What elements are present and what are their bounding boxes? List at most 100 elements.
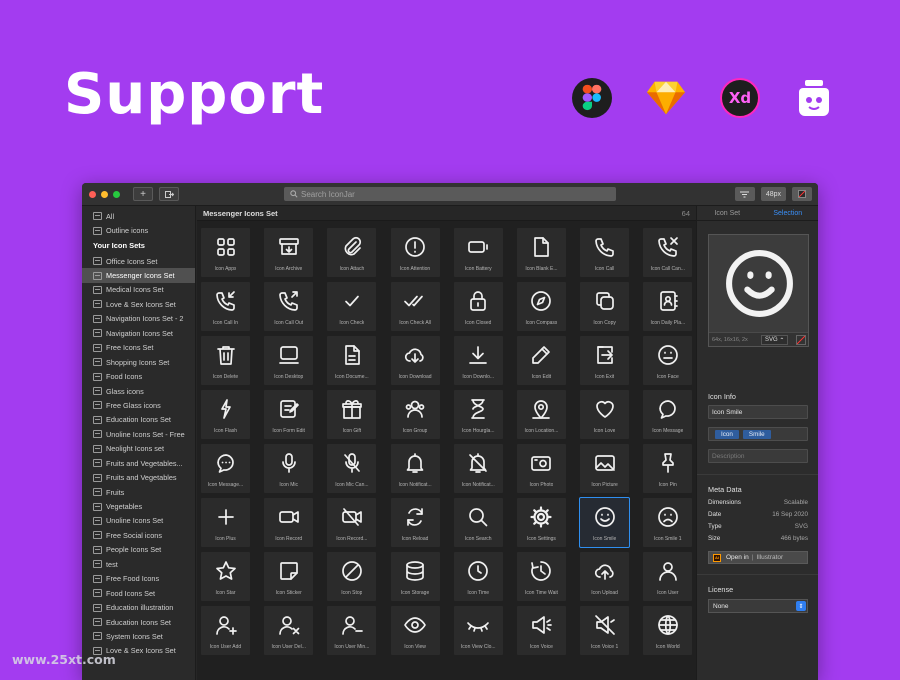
- icon-tile[interactable]: Icon Group: [390, 390, 440, 439]
- preview-color-swatch[interactable]: [796, 335, 806, 345]
- description-field[interactable]: Description: [708, 449, 808, 463]
- sidebar-item-set[interactable]: Food Icons: [82, 369, 195, 383]
- icon-tile[interactable]: Icon Voice: [516, 606, 566, 655]
- sidebar-item-set[interactable]: Medical Icons Set: [82, 283, 195, 297]
- tab-icon-set[interactable]: Icon Set: [697, 206, 758, 220]
- icon-tile[interactable]: Icon Check: [327, 282, 377, 331]
- icon-tile[interactable]: Icon Flash: [201, 390, 250, 439]
- icon-tile[interactable]: Icon Attention: [390, 228, 440, 277]
- sidebar-item-set[interactable]: test: [82, 557, 195, 571]
- icon-tile[interactable]: Icon Stop: [327, 552, 377, 601]
- sidebar-item-set[interactable]: Food Icons Set: [82, 586, 195, 600]
- search-input[interactable]: Search IconJar: [284, 187, 616, 201]
- export-button[interactable]: [159, 187, 179, 201]
- icon-tile[interactable]: Icon Message...: [201, 444, 250, 493]
- sidebar-item-set[interactable]: Fruits and Vegetables: [82, 470, 195, 484]
- icon-tile[interactable]: Icon Call Out: [264, 282, 314, 331]
- icon-tile[interactable]: Icon Form Edit: [264, 390, 314, 439]
- sidebar-item-set[interactable]: Vegetables: [82, 499, 195, 513]
- icon-tile[interactable]: Icon Record...: [327, 498, 377, 547]
- icon-tile[interactable]: Icon Upload: [580, 552, 630, 601]
- icon-tile[interactable]: Icon Pin: [643, 444, 693, 493]
- license-select[interactable]: None ⇕: [708, 599, 808, 613]
- icon-tile[interactable]: Icon Compass: [516, 282, 566, 331]
- icon-tile[interactable]: Icon Call: [580, 228, 630, 277]
- sidebar-item-outline-icons[interactable]: Outline icons: [82, 223, 195, 237]
- icon-tile[interactable]: Icon Voice 1: [580, 606, 630, 655]
- icon-tile[interactable]: Icon Love: [580, 390, 630, 439]
- icon-tile[interactable]: Icon Blank E...: [516, 228, 566, 277]
- icon-tile[interactable]: Icon Daily Pla...: [643, 282, 693, 331]
- sidebar-item-set[interactable]: People Icons Set: [82, 543, 195, 557]
- sidebar-item-set[interactable]: Navigation Icons Set: [82, 326, 195, 340]
- sidebar-item-set[interactable]: Free Social icons: [82, 528, 195, 542]
- icon-tile[interactable]: Icon Location...: [516, 390, 566, 439]
- icon-size-button[interactable]: 48px: [760, 187, 786, 201]
- icon-tile[interactable]: Icon Star: [201, 552, 250, 601]
- icon-tile[interactable]: Icon Delete: [201, 336, 250, 385]
- icon-tile[interactable]: Icon Battery: [453, 228, 503, 277]
- sidebar-item-set[interactable]: Education Icons Set: [82, 615, 195, 629]
- icon-tile[interactable]: Icon Edit: [516, 336, 566, 385]
- icon-tile[interactable]: Icon User Del...: [264, 606, 314, 655]
- icon-tile[interactable]: Icon Check All: [390, 282, 440, 331]
- icon-tile[interactable]: Icon Reload: [390, 498, 440, 547]
- icon-tile[interactable]: Icon User: [643, 552, 693, 601]
- sidebar-item-set[interactable]: Love & Sex Icons Set: [82, 297, 195, 311]
- open-in-button[interactable]: Ai Open in | Illustrator: [708, 551, 808, 564]
- icon-tile[interactable]: Icon Settings: [516, 498, 566, 547]
- icon-tile[interactable]: Icon Downlo...: [453, 336, 503, 385]
- tab-selection[interactable]: Selection: [758, 206, 819, 220]
- sidebar-item-set[interactable]: Free Icons Set: [82, 341, 195, 355]
- filter-button[interactable]: [734, 187, 755, 201]
- tag-chip[interactable]: Icon: [715, 429, 739, 439]
- sidebar-item-set[interactable]: Fruits and Vegetables...: [82, 456, 195, 470]
- icon-tile[interactable]: Icon Face: [643, 336, 693, 385]
- icon-tile[interactable]: Icon World: [643, 606, 693, 655]
- icon-tile[interactable]: Icon Apps: [201, 228, 250, 277]
- icon-tile[interactable]: Icon Search: [453, 498, 503, 547]
- icon-tile[interactable]: Icon Desktop: [264, 336, 314, 385]
- icon-name-field[interactable]: Icon Smile: [708, 405, 808, 419]
- sidebar-item-set[interactable]: Shopping Icons Set: [82, 355, 195, 369]
- icon-tile[interactable]: Icon Copy: [580, 282, 630, 331]
- icon-tile[interactable]: Icon Mic Can...: [327, 444, 377, 493]
- icon-tile[interactable]: Icon Message: [643, 390, 693, 439]
- icon-tile[interactable]: Icon Call Can...: [643, 228, 693, 277]
- icon-tile[interactable]: Icon Hourgla...: [453, 390, 503, 439]
- sidebar-item-set[interactable]: Fruits: [82, 485, 195, 499]
- color-button[interactable]: [792, 187, 812, 201]
- icon-tile[interactable]: Icon Call In: [201, 282, 250, 331]
- icon-tile[interactable]: Icon Mic: [264, 444, 314, 493]
- icon-tile[interactable]: Icon Plus: [201, 498, 250, 547]
- add-button[interactable]: +: [133, 187, 153, 201]
- sidebar-item-set[interactable]: Office Icons Set: [82, 254, 195, 268]
- sidebar-item-all[interactable]: All: [82, 209, 195, 223]
- sidebar-item-set[interactable]: Education illustration: [82, 600, 195, 614]
- sidebar-item-set[interactable]: Free Food Icons: [82, 572, 195, 586]
- icon-tile[interactable]: Icon Photo: [516, 444, 566, 493]
- icon-tile[interactable]: Icon Notificat...: [390, 444, 440, 493]
- icon-tile[interactable]: Icon User Min...: [327, 606, 377, 655]
- sidebar-item-set[interactable]: Navigation Icons Set - 2: [82, 312, 195, 326]
- icon-tile[interactable]: Icon Download: [390, 336, 440, 385]
- icon-tile[interactable]: Icon Closed: [453, 282, 503, 331]
- icon-tile[interactable]: Icon Gift: [327, 390, 377, 439]
- sidebar-item-set[interactable]: Unoline Icons Set: [82, 514, 195, 528]
- icon-tile[interactable]: Icon Smile: [579, 497, 631, 548]
- icon-tile[interactable]: Icon Notificat...: [453, 444, 503, 493]
- icon-tile[interactable]: Icon Picture: [580, 444, 630, 493]
- icon-tile[interactable]: Icon Archive: [264, 228, 314, 277]
- sidebar-item-set[interactable]: Education Icons Set: [82, 413, 195, 427]
- icon-tile[interactable]: Icon User Add: [201, 606, 250, 655]
- icon-tile[interactable]: Icon Smile 1: [643, 498, 693, 547]
- minimize-window-button[interactable]: [101, 190, 108, 198]
- icon-tile[interactable]: Icon Time Wait: [516, 552, 566, 601]
- icon-tile[interactable]: Icon View: [390, 606, 440, 655]
- tags-field[interactable]: Icon Smile: [708, 427, 808, 441]
- icon-tile[interactable]: Icon Attach: [327, 228, 377, 277]
- sidebar-item-set[interactable]: System Icons Set: [82, 629, 195, 643]
- format-select[interactable]: SVG ⌃: [761, 335, 789, 345]
- icon-tile[interactable]: Icon Storage: [390, 552, 440, 601]
- icon-tile[interactable]: Icon Docume...: [327, 336, 377, 385]
